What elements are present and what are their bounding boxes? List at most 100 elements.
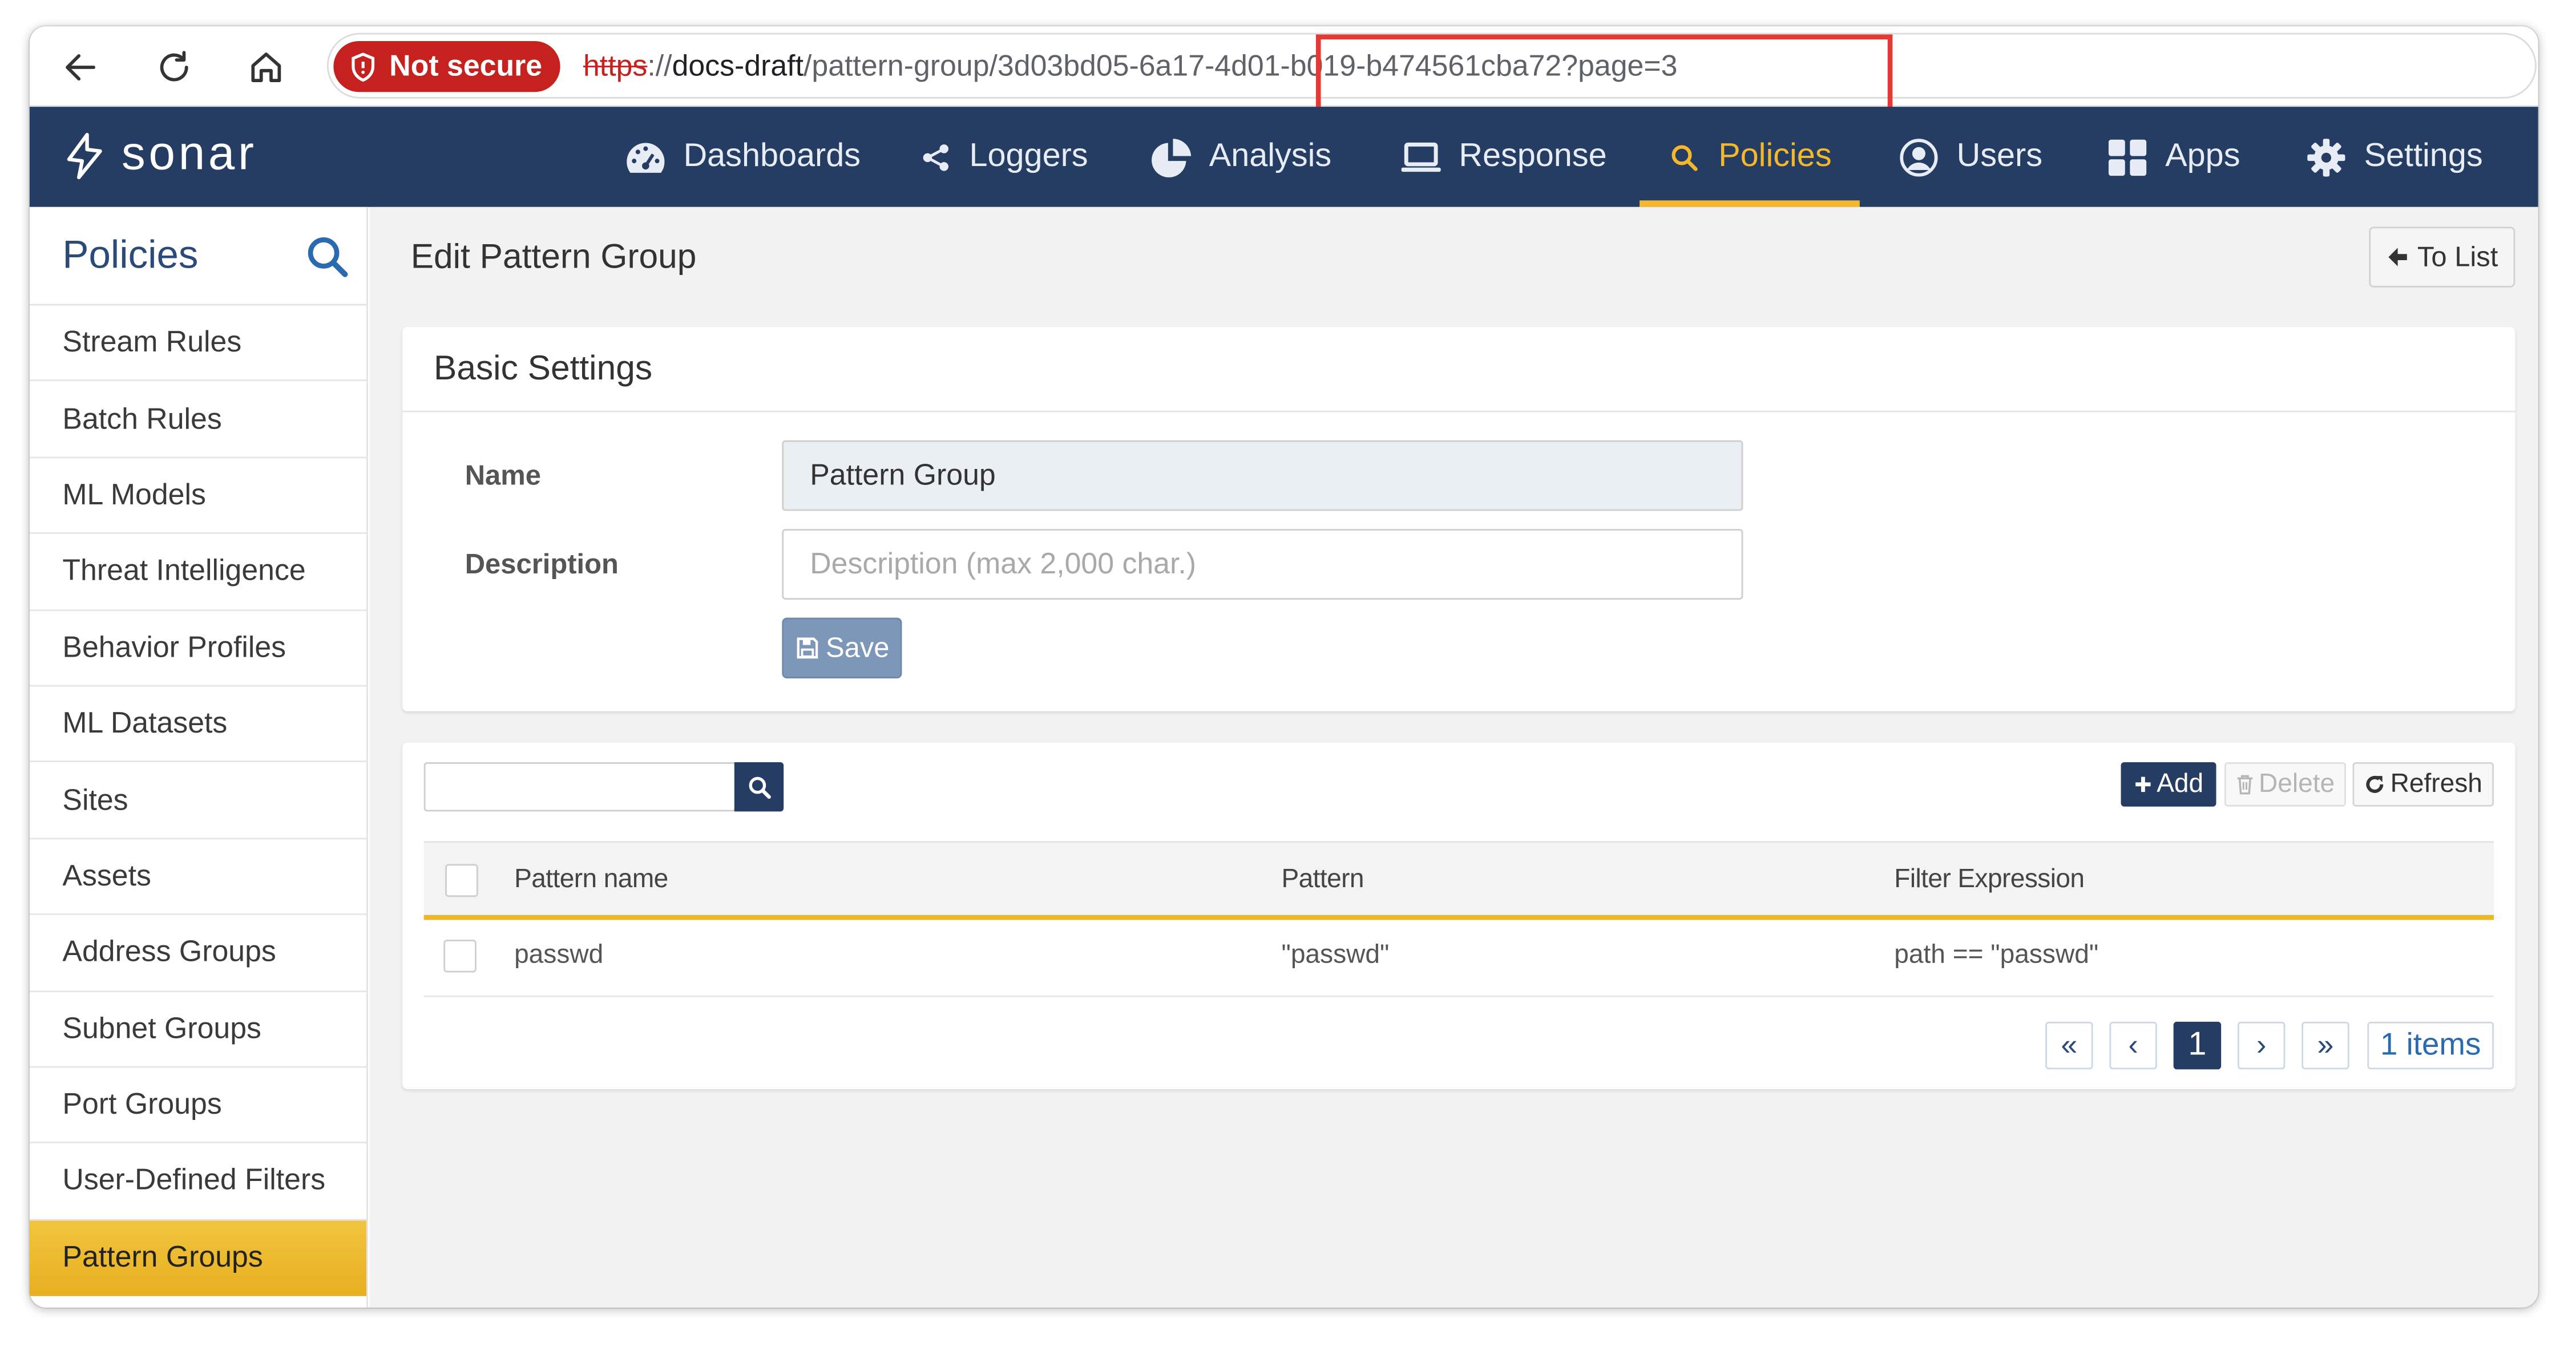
sidebar-item-label: Behavior Profiles [62,630,286,664]
nav-label: Dashboards [683,137,861,175]
name-field[interactable] [782,440,1743,511]
active-nav-indicator [1640,200,1860,207]
plus-icon [2135,776,2150,792]
prev-page-button[interactable]: ‹ [2109,1021,2157,1070]
nav-apps[interactable]: Apps [2106,107,2240,207]
trash-icon [2237,775,2252,795]
nav-policies[interactable]: Policies [1669,107,1832,207]
sidebar-item-batch-rules[interactable]: Batch Rules [29,382,366,458]
table-search-button[interactable] [734,762,784,812]
sidebar-item-label: ML Datasets [62,706,228,740]
back-arrow-icon [66,54,95,81]
column-header-filter-expression[interactable]: Filter Expression [1894,865,2085,895]
add-label: Add [2157,769,2204,798]
next-page-button[interactable]: › [2237,1021,2286,1070]
sidebar-item-address-groups[interactable]: Address Groups [29,915,366,992]
description-field[interactable] [782,529,1743,600]
row-checkbox[interactable] [443,939,477,973]
column-header-pattern[interactable]: Pattern [1281,865,1364,895]
save-label: Save [825,632,890,663]
pie-chart-icon [1152,137,1192,177]
last-page-button[interactable]: » [2302,1021,2349,1070]
nav-dashboards[interactable]: Dashboards [624,107,861,207]
sidebar-item-ml-models[interactable]: ML Models [29,458,366,535]
url-separator: :// [647,49,672,82]
name-label: Name [465,460,542,491]
sidebar-item-ml-datasets[interactable]: ML Datasets [29,686,366,763]
to-list-button[interactable]: To List [2369,226,2516,288]
back-button[interactable] [53,39,108,95]
sidebar-item-port-groups[interactable]: Port Groups [29,1067,366,1144]
table-row[interactable]: passwd "passwd" path == "passwd" [423,920,2494,997]
to-list-label: To List [2417,240,2498,272]
column-header-pattern-name[interactable]: Pattern name [514,865,668,895]
share-icon [923,143,948,171]
sidebar-item-label: Address Groups [62,935,276,968]
nav-label: Loggers [969,137,1088,175]
search-icon[interactable] [305,235,348,278]
reload-button[interactable] [146,39,202,95]
gauge-icon [627,142,665,172]
sidebar-item-label: Batch Rules [62,402,222,435]
add-button[interactable]: Add [2121,762,2216,807]
sidebar-header: Policies [29,207,366,306]
nav-users[interactable]: Users [1897,107,2042,207]
sidebar-item-stream-rules[interactable]: Stream Rules [29,306,366,382]
first-page-icon: « [2061,1028,2078,1062]
browser-window: Not secure https://docs-draft/pattern-gr… [29,26,2538,1308]
nav-settings[interactable]: Settings [2305,107,2483,207]
cell-filter-expression: path == "passwd" [1894,941,2099,969]
sidebar: Policies Stream Rules Batch Rules ML Mod… [29,207,368,1308]
delete-button[interactable]: Delete [2224,762,2346,807]
description-label: Description [465,548,619,580]
sidebar-item-threat-intelligence[interactable]: Threat Intelligence [29,534,366,610]
browser-toolbar: Not secure https://docs-draft/pattern-gr… [29,26,2538,112]
security-badge[interactable]: Not secure [333,41,560,92]
laptop-icon [1401,141,1441,171]
sidebar-item-sites[interactable]: Sites [29,763,366,839]
nav-label: Policies [1718,137,1832,175]
first-page-button[interactable]: « [2045,1021,2093,1070]
nav-label: Apps [2165,137,2240,175]
sidebar-item-user-defined-filters[interactable]: User-Defined Filters [29,1144,366,1220]
nav-response[interactable]: Response [1400,107,1607,207]
sidebar-title: Policies [62,233,199,278]
search-icon [748,776,770,798]
divider [402,410,2516,412]
grid-icon [2108,139,2147,175]
user-circle-icon [1900,137,1938,176]
nav-analysis[interactable]: Analysis [1150,107,1331,207]
url-host: docs-draft [672,49,804,82]
sidebar-item-label: Sites [62,783,128,816]
nav-label: Users [1956,137,2043,175]
refresh-button[interactable]: Refresh [2352,762,2494,807]
refresh-label: Refresh [2390,769,2482,798]
cell-pattern-name[interactable]: passwd [514,941,603,971]
home-button[interactable] [238,39,294,95]
gear-icon [2307,137,2345,176]
table-header: Pattern name Pattern Filter Expression [423,841,2494,920]
home-icon [251,52,281,82]
sidebar-item-assets[interactable]: Assets [29,839,366,916]
sidebar-item-subnet-groups[interactable]: Subnet Groups [29,992,366,1068]
url-path: /pattern-group/ [804,49,998,82]
select-all-checkbox[interactable] [445,864,478,897]
delete-label: Delete [2258,769,2335,798]
table-search-input[interactable] [423,762,736,812]
nav-loggers[interactable]: Loggers [920,107,1088,207]
nav-label: Analysis [1209,137,1332,175]
patterns-card: Add Delete Refresh Pattern name Pattern … [402,742,2516,1089]
save-button[interactable]: Save [782,617,902,679]
sonar-logo[interactable]: sonar [64,128,257,183]
cell-pattern: "passwd" [1281,941,1390,969]
address-bar[interactable]: Not secure https://docs-draft/pattern-gr… [326,33,2537,112]
page: Not secure https://docs-draft/pattern-gr… [0,0,2576,1347]
security-label: Not secure [389,49,543,82]
sidebar-item-pattern-groups[interactable]: Pattern Groups [29,1220,366,1296]
shield-icon [352,51,375,81]
page-number: 1 [2188,1026,2207,1063]
sidebar-item-label: User-Defined Filters [62,1163,326,1197]
main-content: Edit Pattern Group To List Basic Setting… [369,207,2538,1308]
page-button-current[interactable]: 1 [2173,1021,2222,1070]
sidebar-item-behavior-profiles[interactable]: Behavior Profiles [29,610,366,687]
